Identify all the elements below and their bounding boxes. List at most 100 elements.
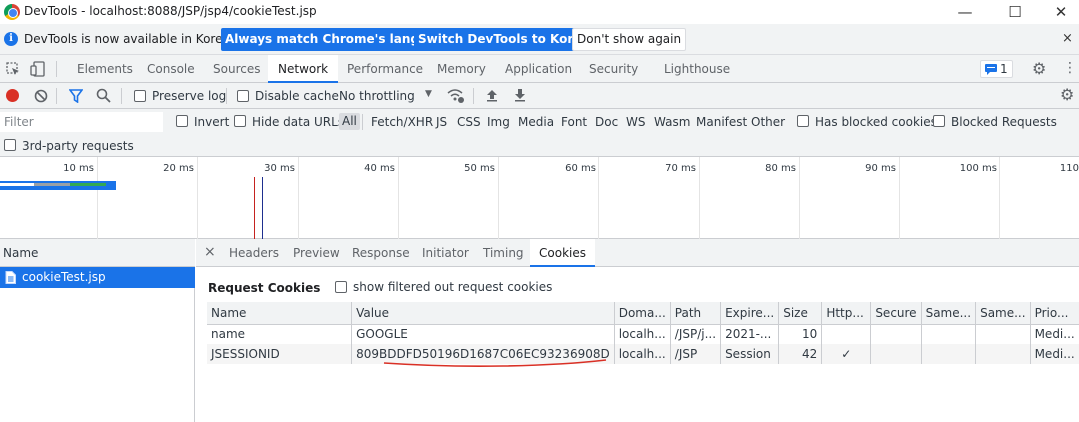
name-column-header[interactable]: Name (0, 239, 195, 267)
separator (121, 88, 122, 104)
cookie-expires: 2021-... (720, 324, 779, 344)
column-header[interactable]: Same... (975, 302, 1031, 324)
tab-console[interactable]: Console (147, 55, 195, 83)
hide-data-urls-checkbox[interactable] (234, 115, 246, 127)
filter-input[interactable]: Filter (0, 112, 163, 132)
column-header[interactable]: Expire... (720, 302, 779, 324)
chevron-down-icon[interactable]: ▼ (425, 89, 432, 99)
filter-type-ws[interactable]: WS (626, 115, 645, 129)
cookie-samesite (920, 344, 976, 364)
filter-type-css[interactable]: CSS (457, 115, 481, 129)
column-header[interactable]: Http... (821, 302, 871, 324)
filter-type-manifest[interactable]: Manifest (696, 115, 747, 129)
preserve-log-checkbox[interactable] (134, 90, 146, 102)
filter-type-font[interactable]: Font (561, 115, 587, 129)
infobar-close-icon[interactable]: × (1062, 31, 1073, 46)
filter-type-js[interactable]: JS (436, 115, 447, 129)
language-infobar: i DevTools is now available in Korean! A… (0, 24, 1079, 55)
tab-response[interactable]: Response (352, 239, 410, 267)
tab-performance[interactable]: Performance (347, 55, 423, 83)
devtools-panel-tabs: Elements Console Sources Network Perform… (0, 55, 1079, 83)
tab-sources[interactable]: Sources (213, 55, 260, 83)
inspect-element-icon[interactable] (6, 62, 20, 76)
timeline-gridline (498, 157, 499, 239)
device-toolbar-icon[interactable] (30, 61, 46, 77)
timeline-tick-label: 100 ms (959, 163, 997, 174)
close-window-button[interactable]: ✕ (1038, 0, 1079, 24)
timeline-tick-label: 70 ms (665, 163, 696, 174)
invert-checkbox[interactable] (176, 115, 188, 127)
issues-badge[interactable]: 1 (980, 60, 1013, 78)
timeline-tick-label: 40 ms (364, 163, 395, 174)
clear-icon[interactable] (34, 89, 48, 103)
preserve-log-label: Preserve log (152, 89, 227, 103)
blocked-requests-checkbox[interactable] (933, 115, 945, 127)
separator (362, 114, 363, 130)
column-header[interactable]: Value (351, 302, 615, 324)
column-header[interactable]: Path (669, 302, 721, 324)
timeline-tick-label: 110 (1059, 163, 1079, 174)
column-header[interactable]: Doma... (613, 302, 671, 324)
minimize-button[interactable]: — (942, 0, 988, 24)
column-header[interactable]: Same... (920, 302, 976, 324)
column-header[interactable]: Name (207, 302, 352, 324)
filter-type-other[interactable]: Other (751, 115, 785, 129)
filter-type-img[interactable]: Img (487, 115, 510, 129)
timeline-gridline (999, 157, 1000, 239)
show-filtered-cookies-checkbox[interactable] (335, 281, 347, 293)
maximize-button[interactable]: ☐ (992, 0, 1038, 24)
chrome-logo-icon (4, 4, 20, 20)
tab-headers[interactable]: Headers (229, 239, 279, 267)
filter-type-fetch-xhr[interactable]: Fetch/XHR (371, 115, 433, 129)
dont-show-again-button[interactable]: Don't show again (572, 28, 687, 51)
request-row-selected[interactable]: cookieTest.jsp (0, 267, 195, 288)
cookie-row[interactable]: JSESSIONID 809BDDFD50196D1687C06EC932369… (207, 344, 1079, 364)
tab-timing[interactable]: Timing (483, 239, 524, 267)
record-icon[interactable] (6, 89, 19, 102)
disable-cache-checkbox[interactable] (237, 90, 249, 102)
hide-data-urls-label: Hide data URLs (252, 115, 345, 129)
network-timeline-overview[interactable]: 10 ms 20 ms 30 ms 40 ms 50 ms 60 ms 70 m… (0, 157, 1079, 239)
filter-type-wasm[interactable]: Wasm (654, 115, 690, 129)
import-har-icon[interactable] (486, 88, 498, 102)
tab-cookies[interactable]: Cookies (530, 239, 595, 267)
timeline-tick-label: 10 ms (63, 163, 94, 174)
filter-type-media[interactable]: Media (518, 115, 554, 129)
tab-memory[interactable]: Memory (437, 55, 486, 83)
cookie-sameparty (975, 344, 1031, 364)
timeline-tick-label: 30 ms (264, 163, 295, 174)
throttling-select[interactable]: No throttling (339, 89, 415, 103)
has-blocked-cookies-label: Has blocked cookies (815, 115, 937, 129)
cookie-secure (870, 324, 922, 344)
export-har-icon[interactable] (514, 88, 526, 102)
tab-initiator[interactable]: Initiator (422, 239, 469, 267)
third-party-requests-checkbox[interactable] (4, 139, 16, 151)
cookie-path: /JSP/j... (669, 324, 721, 344)
column-header[interactable]: Secure (870, 302, 922, 324)
has-blocked-cookies-checkbox[interactable] (797, 115, 809, 127)
timeline-tick-label: 80 ms (765, 163, 796, 174)
column-header[interactable]: Size (778, 302, 822, 324)
cookie-row[interactable]: name GOOGLE localh... /JSP/j... 2021-...… (207, 324, 1079, 344)
tab-application[interactable]: Application (505, 55, 572, 83)
column-header[interactable]: Prio... (1029, 302, 1079, 324)
network-conditions-icon[interactable] (447, 88, 465, 103)
cookie-samesite (920, 324, 976, 344)
filter-funnel-icon[interactable] (69, 89, 83, 103)
filter-type-all[interactable]: All (339, 113, 360, 130)
separator (473, 88, 474, 104)
tab-security[interactable]: Security (589, 55, 638, 83)
tab-lighthouse[interactable]: Lighthouse (664, 55, 730, 83)
tab-elements[interactable]: Elements (77, 55, 133, 83)
tab-preview[interactable]: Preview (293, 239, 340, 267)
filter-type-doc[interactable]: Doc (595, 115, 618, 129)
close-details-icon[interactable]: × (204, 244, 216, 260)
search-icon[interactable] (96, 88, 111, 103)
third-party-requests-label: 3rd-party requests (22, 139, 134, 153)
more-options-icon[interactable]: ⋮ (1063, 60, 1077, 76)
network-toolbar: Preserve log Disable cache No throttling… (0, 83, 1079, 109)
network-settings-gear-icon[interactable]: ⚙ (1060, 85, 1074, 104)
cookie-sameparty (975, 324, 1031, 344)
tab-network[interactable]: Network (268, 55, 339, 83)
settings-gear-icon[interactable]: ⚙ (1032, 59, 1046, 78)
